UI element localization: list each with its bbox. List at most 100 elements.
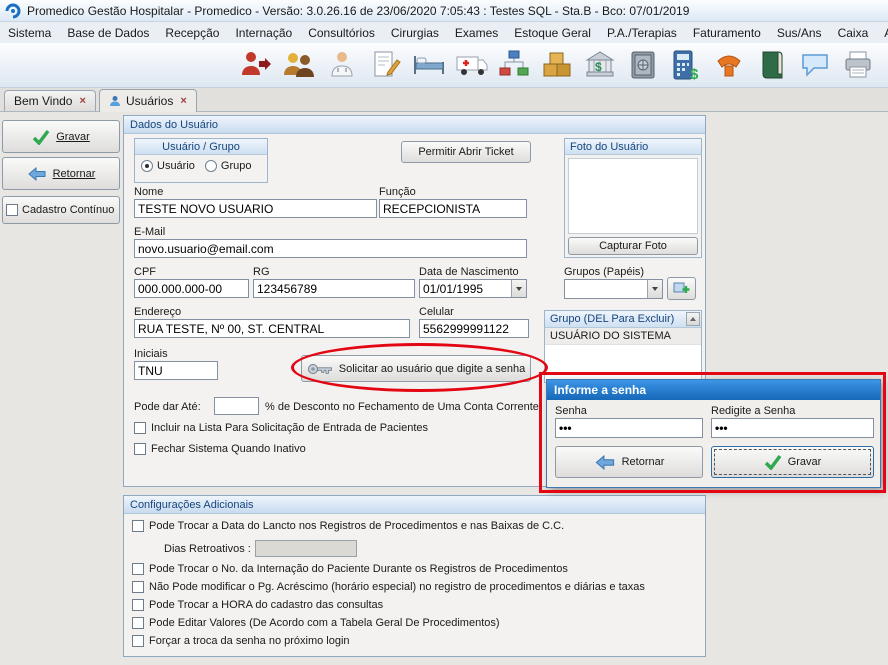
bed-icon[interactable] (409, 45, 447, 85)
celular-input[interactable] (419, 319, 529, 338)
nome-input[interactable] (134, 199, 377, 218)
foto-groupbox: Foto do Usuário Capturar Foto (564, 138, 702, 258)
dias-retroativos-label: Dias Retroativos : (164, 543, 251, 555)
checkbox[interactable] (134, 443, 146, 455)
menu-item-exames[interactable]: Exames (447, 23, 506, 43)
checkbox[interactable] (132, 599, 144, 611)
doctor-icon[interactable] (323, 45, 361, 85)
tab-usuarios[interactable]: Usuários × (99, 89, 197, 112)
gravar-button[interactable]: Gravar (2, 120, 120, 153)
safe-icon[interactable] (624, 45, 662, 85)
checkbox[interactable] (132, 635, 144, 647)
window-title: Promedico Gestão Hospitalar - Promedico … (27, 4, 689, 18)
menu-item-internacao[interactable]: Internação (227, 23, 300, 43)
check-label: Pode Trocar a Data do Lancto nos Registr… (149, 520, 564, 532)
rg-input[interactable] (253, 279, 415, 298)
retornar-button[interactable]: Retornar (2, 157, 120, 190)
checkbox[interactable] (132, 617, 144, 629)
menu-item-caixa[interactable]: Caixa (830, 23, 877, 43)
photo-area (568, 158, 698, 234)
funcao-input[interactable] (379, 199, 527, 218)
network-icon[interactable] (495, 45, 533, 85)
foto-title: Foto do Usuário (565, 139, 701, 155)
menu-item-sistema[interactable]: Sistema (0, 23, 59, 43)
menu-item-recepcao[interactable]: Recepção (157, 23, 227, 43)
printer-icon[interactable] (839, 45, 877, 85)
stock-icon[interactable] (538, 45, 576, 85)
tab-bem-vindo[interactable]: Bem Vindo × (4, 90, 96, 111)
grupo-list-header: Grupo (DEL Para Excluir) (545, 311, 701, 328)
senha-input[interactable] (555, 418, 703, 438)
reception-icon[interactable] (280, 45, 318, 85)
chat-icon[interactable] (796, 45, 834, 85)
menu-item-sus-ans[interactable]: Sus/Ans (769, 23, 830, 43)
cadastro-continuo-label: Cadastro Contínuo (22, 204, 114, 216)
capturar-foto-button[interactable]: Capturar Foto (568, 237, 698, 255)
endereco-input[interactable] (134, 319, 410, 338)
check-row-forcar-senha: Forçar a troca da senha no próximo login (132, 635, 350, 647)
grupo-list-header-label: Grupo (DEL Para Excluir) (550, 313, 674, 325)
menu-item-cirurgias[interactable]: Cirurgias (383, 23, 447, 43)
check-icon (32, 129, 50, 145)
checkbox[interactable] (132, 563, 144, 575)
senha-dialog: Informe a senha Senha Redigite a Senha R… (546, 379, 881, 488)
radio-grupo[interactable] (205, 160, 217, 172)
chevron-down-icon[interactable] (647, 280, 662, 298)
checkbox[interactable] (132, 581, 144, 593)
panel-title: Configurações Adicionais (124, 496, 705, 514)
menu-item-administra[interactable]: Administra (876, 23, 888, 43)
check-row-fechar: Fechar Sistema Quando Inativo (134, 443, 306, 455)
grupo-listbox: Grupo (DEL Para Excluir) USUÁRIO DO SIST… (544, 310, 702, 383)
solicitar-senha-button[interactable]: Solicitar ao usuário que digite a senha (301, 355, 531, 382)
iniciais-input[interactable] (134, 361, 218, 380)
arrow-left-icon (27, 167, 47, 181)
radio-usuario[interactable] (141, 160, 153, 172)
checkbox[interactable] (132, 520, 144, 532)
bank-icon[interactable]: $ (581, 45, 619, 85)
email-input[interactable] (134, 239, 527, 258)
ambulance-icon[interactable] (452, 45, 490, 85)
iniciais-label: Iniciais (134, 348, 168, 360)
chevron-down-icon[interactable] (511, 280, 526, 297)
phone-icon[interactable] (710, 45, 748, 85)
medical-records-icon[interactable] (366, 45, 404, 85)
endereco-label: Endereço (134, 306, 181, 318)
tipo-title: Usuário / Grupo (135, 139, 267, 155)
grupos-papeis-label: Grupos (Papéis) (564, 266, 644, 278)
dialog-retornar-label: Retornar (622, 456, 665, 468)
close-icon[interactable]: × (180, 95, 186, 107)
redigite-senha-input[interactable] (711, 418, 874, 438)
list-item[interactable]: USUÁRIO DO SISTEMA (545, 328, 701, 345)
app-icon (5, 3, 21, 19)
redigite-senha-label: Redigite a Senha (711, 405, 795, 417)
arrow-left-icon (594, 455, 616, 470)
close-icon[interactable]: × (79, 95, 85, 107)
cpf-label: CPF (134, 266, 156, 278)
menu-item-pa-terapias[interactable]: P.A./Terapias (599, 23, 685, 43)
scroll-up-icon[interactable] (686, 312, 700, 326)
desconto-input[interactable] (214, 397, 259, 415)
nascimento-input[interactable] (420, 280, 511, 297)
cadastro-continuo-toggle[interactable]: Cadastro Contínuo (2, 196, 120, 224)
grupos-papeis-input[interactable] (565, 280, 647, 298)
checkbox[interactable] (6, 204, 18, 216)
menu-item-faturamento[interactable]: Faturamento (685, 23, 769, 43)
solicitar-senha-label: Solicitar ao usuário que digite a senha (339, 363, 526, 375)
menu-item-base-de-dados[interactable]: Base de Dados (59, 23, 157, 43)
ledger-book-icon[interactable] (753, 45, 791, 85)
menu-item-estoque-geral[interactable]: Estoque Geral (506, 23, 599, 43)
dias-retroativos-input[interactable] (255, 540, 357, 557)
billing-calculator-icon[interactable]: $ (667, 45, 705, 85)
cpf-input[interactable] (134, 279, 249, 298)
grupos-papeis-combo[interactable] (564, 279, 663, 299)
nascimento-combo[interactable] (419, 279, 527, 298)
dialog-retornar-button[interactable]: Retornar (555, 446, 703, 478)
menu-item-consultorios[interactable]: Consultórios (300, 23, 383, 43)
permitir-ticket-button[interactable]: Permitir Abrir Ticket (401, 141, 531, 163)
add-grupo-button[interactable] (667, 277, 696, 300)
tab-label: Usuários (126, 94, 173, 108)
dialog-gravar-button[interactable]: Gravar (711, 446, 874, 478)
checkbox[interactable] (134, 422, 146, 434)
logoff-icon[interactable] (237, 45, 275, 85)
grupo-item-label: USUÁRIO DO SISTEMA (550, 330, 671, 342)
